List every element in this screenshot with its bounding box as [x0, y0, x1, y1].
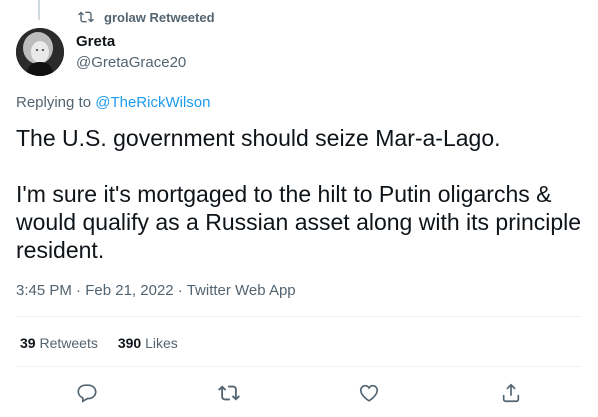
- avatar[interactable]: [16, 28, 64, 76]
- divider: [16, 316, 582, 317]
- retweet-context[interactable]: grolaw Retweeted: [78, 8, 215, 26]
- like-icon: [358, 382, 380, 409]
- retweets-label: Retweets: [39, 335, 98, 351]
- reply-button[interactable]: [70, 378, 104, 412]
- retweet-button[interactable]: [212, 378, 246, 412]
- meta-separator: ·: [71, 282, 86, 299]
- replying-to-user-link[interactable]: @TheRickWilson: [95, 94, 210, 111]
- replying-to: Replying to @TheRickWilson: [16, 94, 210, 111]
- tweet-stats: 39 Retweets 390 Likes: [20, 335, 178, 351]
- tweet-meta: 3:45 PM · Feb 21, 2022 · Twitter Web App: [16, 282, 296, 299]
- share-icon: [500, 382, 522, 409]
- tweet-paragraph-1: The U.S. government should seize Mar-a-L…: [16, 125, 501, 151]
- replying-to-prefix: Replying to: [16, 94, 96, 111]
- tweet-time: 3:45 PM: [16, 282, 72, 299]
- tweet-time-link[interactable]: 3:45 PM · Feb 21, 2022: [16, 282, 174, 299]
- tweet-paragraph-2: I'm sure it's mortgaged to the hilt to P…: [16, 181, 582, 263]
- tweet-text: The U.S. government should seize Mar-a-L…: [16, 124, 588, 264]
- tweet-date: Feb 21, 2022: [85, 282, 174, 299]
- like-button[interactable]: [352, 378, 386, 412]
- retweets-stat[interactable]: 39 Retweets: [20, 335, 98, 351]
- divider: [16, 366, 582, 367]
- reply-icon: [76, 382, 98, 409]
- tweet-actions: [0, 378, 598, 408]
- author-handle[interactable]: @GretaGrace20: [76, 54, 186, 71]
- share-button[interactable]: [494, 378, 528, 412]
- retweet-icon: [78, 9, 94, 25]
- meta-separator: ·: [173, 282, 187, 299]
- tweet-source-link[interactable]: Twitter Web App: [187, 282, 296, 299]
- retweet-icon: [218, 382, 240, 409]
- retweet-context-text: grolaw Retweeted: [104, 9, 215, 25]
- author-name[interactable]: Greta: [76, 33, 115, 50]
- likes-count: 390: [117, 335, 142, 351]
- thread-connector-line: [38, 0, 40, 20]
- likes-label: Likes: [145, 335, 178, 351]
- retweets-count: 39: [20, 335, 36, 351]
- likes-stat[interactable]: 390 Likes: [118, 335, 178, 351]
